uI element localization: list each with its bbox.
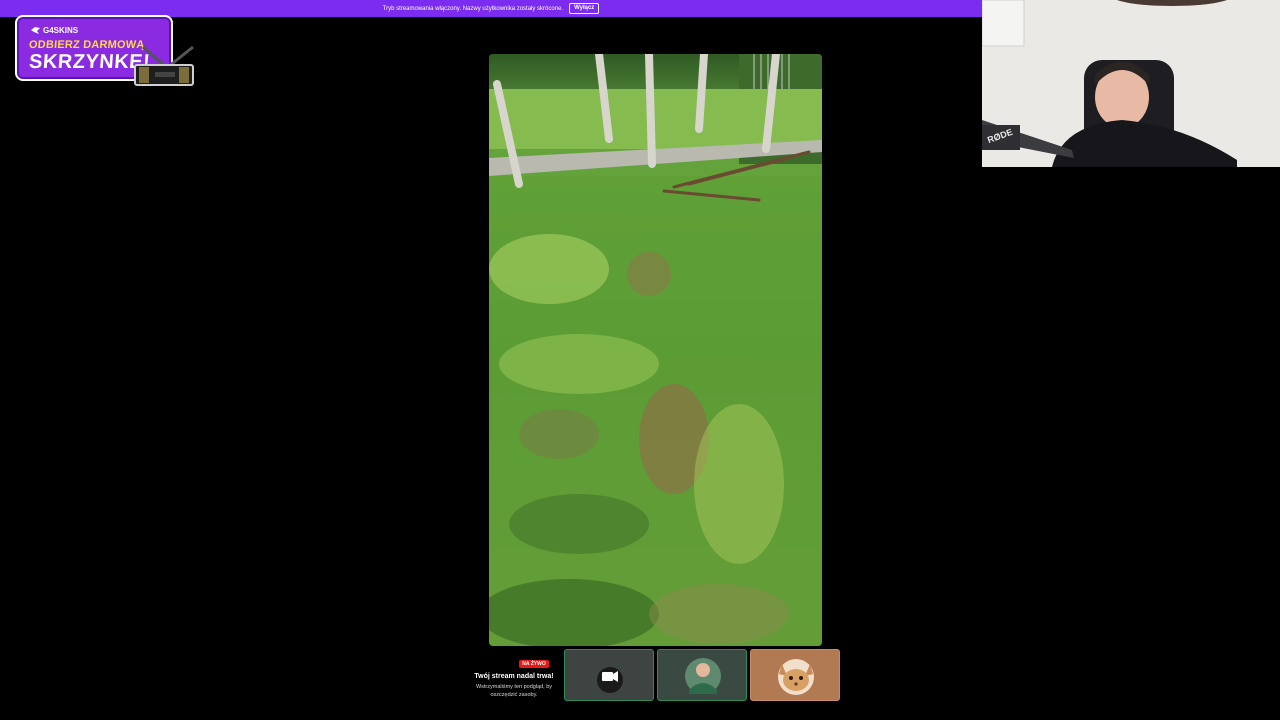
disable-streamer-mode-button[interactable]: Wyłącz	[569, 3, 600, 14]
promo-brand-text: G4SKINS	[43, 26, 79, 35]
promo-headline: ODBIERZ DARMOWĄ	[28, 39, 145, 51]
brand-logo-icon	[31, 27, 40, 34]
lawn-scene-image	[489, 54, 822, 646]
participant-tile-cat[interactable]	[750, 649, 840, 701]
stream-status-title: Twój stream nadal trwa!	[474, 673, 554, 680]
camera-icon	[597, 667, 623, 693]
promo-overlay[interactable]: G4SKINS ODBIERZ DARMOWĄ SKRZYNKĘ!	[15, 15, 203, 89]
participant-tile-person[interactable]	[657, 649, 747, 701]
banner-message: Tryb streamowania włączony. Nazwy użytko…	[382, 5, 564, 12]
participant-tile-camera[interactable]	[564, 649, 654, 701]
promo-brand: G4SKINS	[31, 26, 78, 35]
cat-avatar	[778, 659, 814, 695]
stream-status: NA ŻYWO Twój stream nadal trwa! Wstrzyma…	[466, 652, 562, 699]
participant-avatar	[685, 658, 721, 694]
streamer-webcam-image	[982, 0, 1280, 167]
stream-status-description: Wstrzymaliśmy ten podgląd, by oszczędzić…	[475, 684, 553, 698]
webcam-overlay: RØDE	[982, 0, 1280, 167]
stream-preview-video[interactable]	[489, 54, 822, 646]
crate-icon	[134, 45, 194, 86]
live-badge: NA ŻYWO	[519, 660, 549, 668]
